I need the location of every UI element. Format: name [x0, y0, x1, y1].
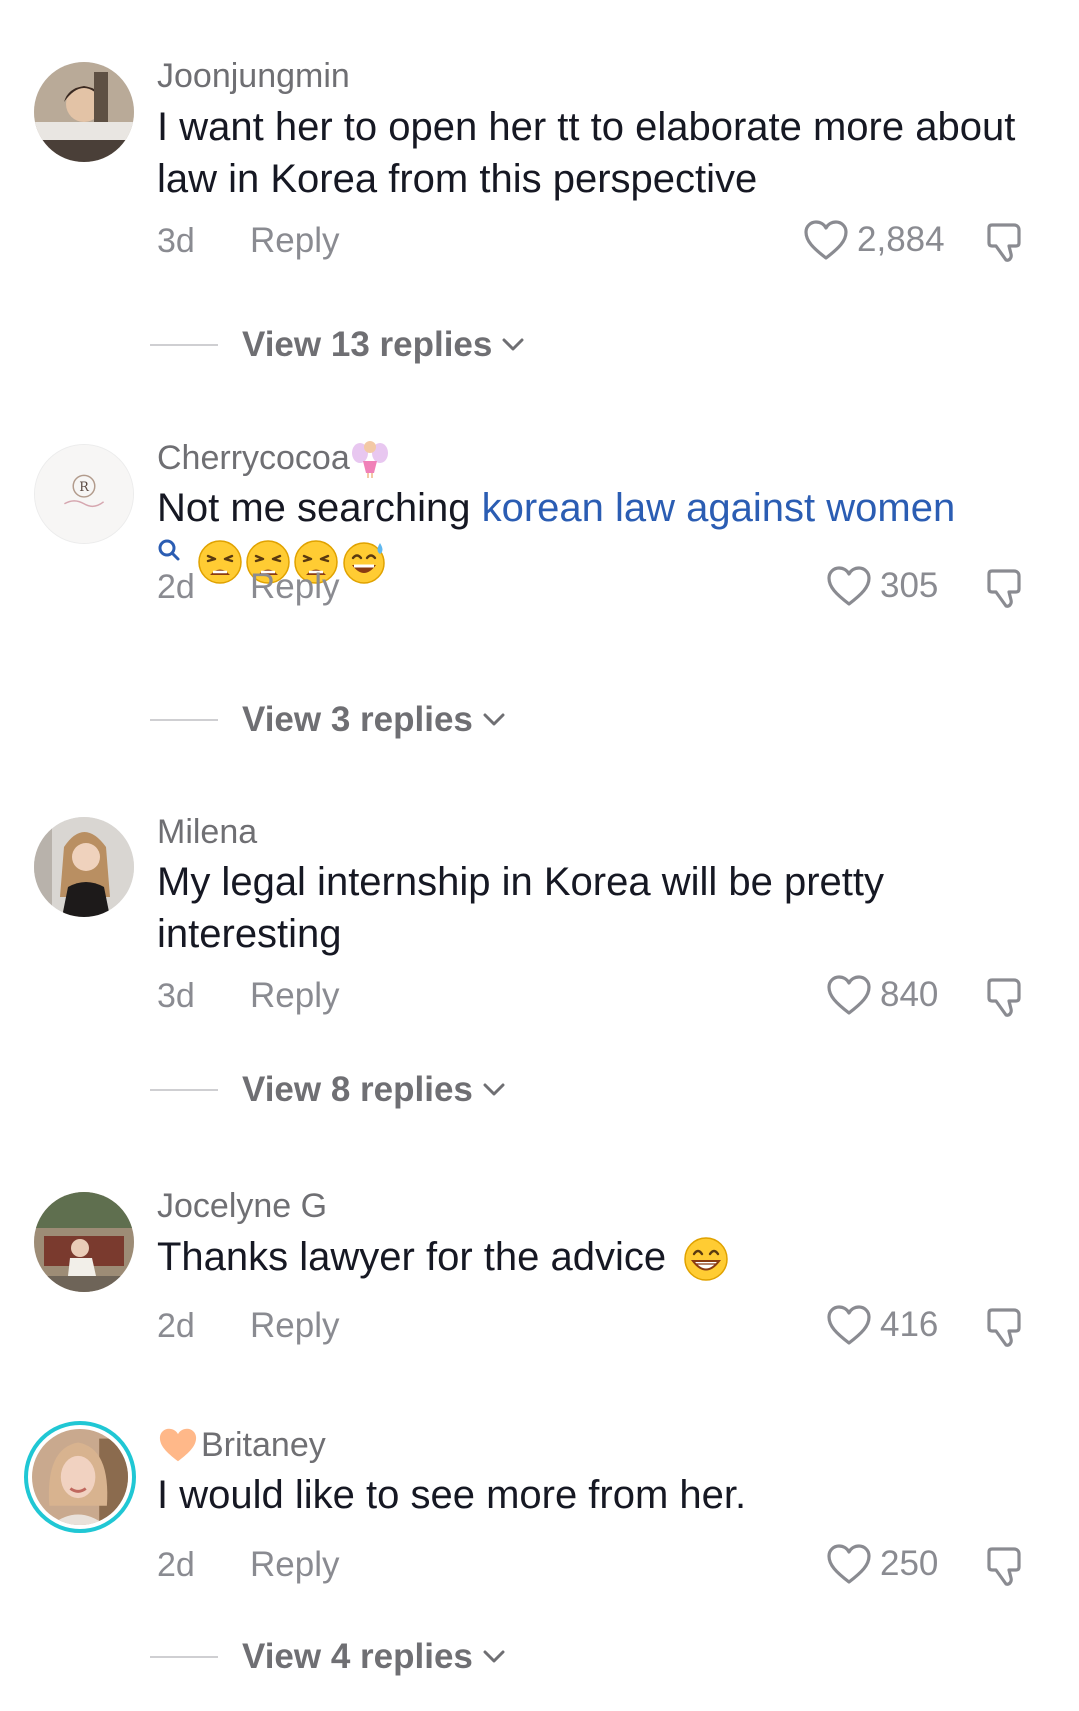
avatar-photo [34, 1192, 134, 1292]
avatar-photo [34, 817, 134, 917]
like-count: 840 [880, 975, 939, 1014]
avatar-logo: R [35, 445, 133, 543]
username[interactable]: Milena [157, 812, 257, 852]
comment-time: 3d [157, 222, 195, 260]
view-replies-button[interactable]: View 8 replies [150, 1070, 505, 1110]
like-button[interactable]: 250 [826, 1543, 938, 1585]
heart-outline-icon [827, 975, 871, 1015]
like-count: 2,884 [857, 220, 945, 259]
avatar[interactable] [34, 62, 134, 162]
username[interactable]: Jocelyne G [157, 1186, 327, 1226]
comment-text: My legal internship in Korea will be pre… [157, 860, 885, 956]
avatar[interactable] [34, 817, 134, 917]
reply-button[interactable]: Reply [250, 221, 339, 261]
grinning-face-emoji-icon [684, 1237, 728, 1282]
like-button[interactable]: 416 [826, 1304, 938, 1346]
comment-time: 3d [157, 977, 195, 1015]
like-count: 250 [880, 1544, 939, 1583]
like-count: 305 [880, 566, 939, 605]
view-replies-label: View 8 replies [242, 1070, 473, 1109]
search-link[interactable]: korean law against women [482, 486, 956, 530]
heart-outline-icon [827, 566, 871, 606]
thumbs-down-icon[interactable] [982, 974, 1028, 1020]
avatar[interactable] [34, 1192, 134, 1292]
thumbs-down-icon[interactable] [982, 219, 1028, 265]
comment-time: 2d [157, 1307, 195, 1345]
view-replies-label: View 13 replies [242, 325, 493, 364]
username[interactable]: Cherrycocoa [157, 437, 388, 479]
like-button[interactable]: 305 [826, 565, 938, 607]
thumbs-down-icon[interactable] [982, 1304, 1028, 1350]
view-replies-button[interactable]: View 4 replies [150, 1637, 505, 1677]
comment-time: 2d [157, 1546, 195, 1584]
fairy-emoji-icon [351, 441, 388, 478]
avatar-photo [34, 62, 134, 162]
heart-outline-icon [804, 220, 848, 260]
chevron-down-icon [483, 713, 505, 726]
avatar[interactable]: R [34, 444, 134, 544]
divider [150, 719, 218, 721]
heart-outline-icon [827, 1305, 871, 1345]
sweat-smile-emoji-icon [343, 542, 385, 585]
orange-heart-emoji-icon [159, 1428, 197, 1462]
reply-button[interactable]: Reply [250, 1306, 339, 1346]
reply-button[interactable]: Reply [250, 976, 339, 1016]
chevron-down-icon [483, 1650, 505, 1663]
view-replies-label: View 4 replies [242, 1637, 473, 1676]
divider [150, 344, 218, 346]
like-button[interactable]: 2,884 [803, 219, 945, 261]
username[interactable]: Joonjungmin [157, 56, 350, 96]
username[interactable]: Britaney [157, 1425, 326, 1465]
reply-button[interactable]: Reply [250, 1545, 339, 1585]
comment-time: 2d [157, 568, 195, 606]
like-count: 416 [880, 1305, 939, 1344]
thumbs-down-icon[interactable] [982, 1543, 1028, 1589]
divider [150, 1656, 218, 1658]
chevron-down-icon [502, 338, 524, 351]
like-button[interactable]: 840 [826, 974, 938, 1016]
thumbs-down-icon[interactable] [982, 565, 1028, 611]
comment-text: I would like to see more from her. [157, 1473, 747, 1517]
chevron-down-icon [483, 1083, 505, 1096]
comment-text: I want her to open her tt to elaborate m… [157, 105, 1016, 201]
divider [150, 1089, 218, 1091]
avatar-photo [32, 1429, 128, 1525]
reply-button[interactable]: Reply [250, 567, 339, 607]
heart-outline-icon [827, 1544, 871, 1584]
svg-text:R: R [79, 480, 89, 495]
comment-text: Thanks lawyer for the advice [157, 1231, 1047, 1283]
view-replies-button[interactable]: View 3 replies [150, 700, 505, 740]
weary-face-emoji-icon [198, 540, 242, 585]
view-replies-label: View 3 replies [242, 700, 473, 739]
avatar [32, 1429, 128, 1525]
avatar-with-story-ring[interactable] [24, 1421, 136, 1533]
view-replies-button[interactable]: View 13 replies [150, 325, 524, 365]
search-icon[interactable] [157, 538, 181, 562]
